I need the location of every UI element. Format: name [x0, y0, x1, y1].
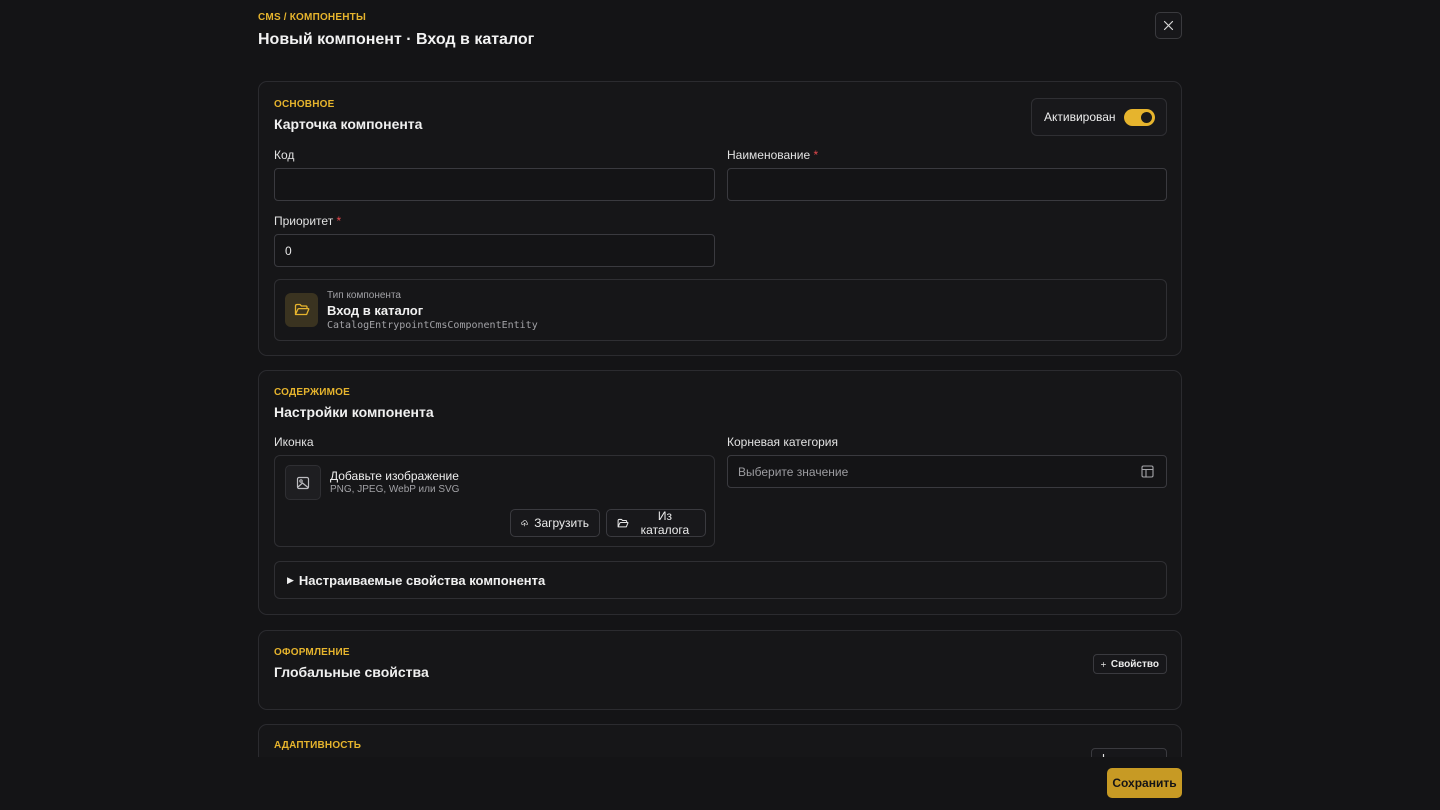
add-property-label: Свойство — [1110, 658, 1159, 670]
design-section-card: ОФОРМЛЕНИЕ Глобальные свойства Свойство — [258, 630, 1182, 710]
active-toggle-label: Активирован — [1044, 110, 1116, 124]
folder-open-icon — [617, 518, 629, 527]
icon-upload-box: Добавьте изображение PNG, JPEG, WebP или… — [274, 455, 715, 547]
custom-properties-toggle[interactable]: ▶ Настраиваемые свойства компонента — [274, 561, 1167, 599]
image-placeholder — [285, 465, 321, 500]
component-type-entity: CatalogEntrypointCmsComponentEntity — [327, 320, 538, 331]
active-toggle-switch[interactable] — [1124, 109, 1155, 126]
root-category-placeholder: Выберите значение — [738, 464, 849, 479]
cloud-upload-icon — [521, 520, 528, 527]
plus-icon — [1102, 753, 1105, 757]
adaptive-add-button[interactable] — [1091, 748, 1167, 757]
component-editor-page: CMS / КОМПОНЕНТЫ Новый компонент · Вход … — [0, 0, 1440, 810]
upload-title: Добавьте изображение — [330, 469, 459, 483]
add-property-button[interactable]: Свойство — [1093, 654, 1167, 674]
name-label-text: Наименование — [727, 148, 811, 162]
scroll-area[interactable]: CMS / КОМПОНЕНТЫ Новый компонент · Вход … — [0, 0, 1440, 757]
page-header: CMS / КОМПОНЕНТЫ Новый компонент · Вход … — [258, 12, 1182, 49]
design-section-title: Глобальные свойства — [274, 664, 429, 680]
name-input[interactable] — [727, 168, 1167, 201]
code-label: Код — [274, 148, 294, 162]
close-icon — [1163, 20, 1174, 31]
from-catalog-button[interactable]: Из каталога — [606, 509, 706, 537]
page-title: Новый компонент · Вход в каталог — [258, 31, 535, 48]
custom-properties-label: Настраиваемые свойства компонента — [298, 572, 546, 588]
design-section-kicker: ОФОРМЛЕНИЕ — [274, 647, 350, 658]
breadcrumb[interactable]: CMS / КОМПОНЕНТЫ — [258, 12, 1182, 23]
adaptive-section-kicker: АДАПТИВНОСТЬ — [274, 740, 362, 751]
root-category-select[interactable]: Выберите значение — [727, 455, 1167, 488]
content-section-title: Настройки компонента — [274, 404, 434, 420]
basic-section-card: ОСНОВНОЕ Карточка компонента Активирован… — [258, 81, 1182, 356]
root-category-label: Корневая категория — [727, 435, 839, 449]
table-icon — [1141, 465, 1154, 478]
plus-icon — [1101, 661, 1106, 667]
priority-input[interactable] — [274, 234, 715, 267]
required-mark: * — [336, 214, 342, 228]
content-section-card: СОДЕРЖИМОЕ Настройки компонента Иконка Д… — [258, 370, 1182, 615]
image-icon — [296, 476, 310, 489]
content-section-kicker: СОДЕРЖИМОЕ — [274, 387, 350, 398]
adaptive-section-card: АДАПТИВНОСТЬ — [258, 724, 1182, 757]
toggle-knob — [1141, 112, 1152, 123]
component-type-box: Тип компонента Вход в каталог CatalogEnt… — [274, 279, 1167, 341]
required-mark: * — [813, 148, 819, 162]
code-label-text: Код — [274, 148, 295, 162]
component-type-name: Вход в каталог — [327, 303, 424, 318]
icon-label: Иконка — [274, 435, 314, 449]
component-type-caption: Тип компонента — [327, 290, 401, 301]
active-toggle-box: Активирован — [1031, 98, 1167, 136]
name-label: Наименование * — [727, 148, 818, 162]
upload-button[interactable]: Загрузить — [510, 509, 600, 537]
basic-section-kicker: ОСНОВНОЕ — [274, 99, 335, 110]
upload-button-label: Загрузить — [534, 516, 589, 530]
save-button[interactable]: Сохранить — [1107, 768, 1182, 798]
priority-label: Приоритет * — [274, 214, 341, 228]
priority-label-text: Приоритет — [274, 214, 334, 228]
component-type-icon-wrap — [285, 293, 318, 327]
caret-right-icon: ▶ — [287, 574, 294, 585]
from-catalog-button-label: Из каталога — [640, 509, 690, 537]
basic-section-title: Карточка компонента — [274, 116, 423, 132]
folder-open-icon — [294, 303, 309, 316]
upload-hint: PNG, JPEG, WebP или SVG — [330, 484, 460, 495]
close-button[interactable] — [1155, 12, 1182, 39]
code-input[interactable] — [274, 168, 715, 201]
